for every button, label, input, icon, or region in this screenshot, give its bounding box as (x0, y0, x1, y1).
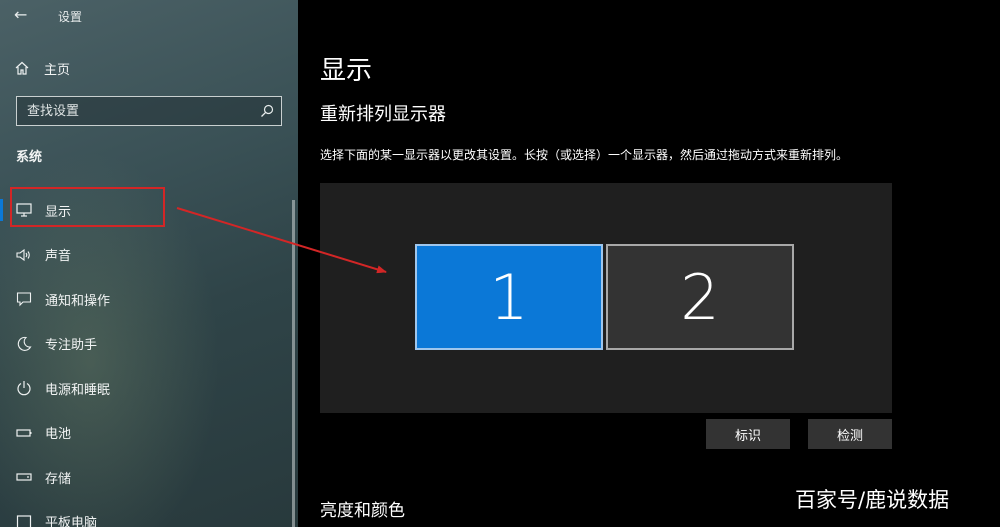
monitor-2-tile[interactable]: 2 (606, 244, 794, 350)
page-title: 显示 (320, 56, 373, 86)
section-title: 系统 (16, 150, 43, 165)
sidebar-item-notifications[interactable]: 通知和操作 (0, 277, 298, 322)
section-heading-rearrange: 重新排列显示器 (320, 104, 446, 125)
sidebar-item-label: 存储 (45, 471, 72, 487)
notification-icon (16, 292, 32, 307)
sidebar-item-power-sleep[interactable]: 电源和睡眠 (0, 366, 298, 411)
monitor-arrangement-area: 1 2 (320, 183, 892, 413)
power-icon (17, 381, 31, 396)
identify-button[interactable]: 标识 (706, 419, 790, 449)
storage-icon (16, 473, 32, 481)
sidebar-item-display[interactable]: 显示 (0, 188, 298, 233)
sidebar: ← 设置 主页 系统 显示 (0, 0, 298, 527)
sidebar-item-battery[interactable]: 电池 (0, 411, 298, 456)
sidebar-item-storage[interactable]: 存储 (0, 455, 298, 500)
sidebar-item-label: 声音 (45, 249, 72, 265)
sidebar-item-sound[interactable]: 声音 (0, 233, 298, 278)
moon-icon (17, 336, 32, 351)
search-icon[interactable] (259, 103, 275, 119)
monitor-1-tile[interactable]: 1 (415, 244, 603, 350)
sidebar-item-label: 通知和操作 (45, 293, 111, 309)
sidebar-item-focus-assist[interactable]: 专注助手 (0, 322, 298, 367)
nav-list: 显示 声音 通知和操作 专注助手 电源和睡眠 电池 存储 平板电脑 (0, 188, 298, 527)
nav-home-label: 主页 (44, 62, 71, 78)
battery-icon (16, 429, 32, 437)
settings-window: ← 设置 主页 系统 显示 (0, 0, 1000, 527)
sidebar-item-label: 电池 (45, 427, 72, 443)
rearrange-description: 选择下面的某一显示器以更改其设置。长按（或选择）一个显示器，然后通过拖动方式来重… (320, 148, 849, 162)
window-title: 设置 (58, 10, 83, 24)
section-heading-brightness: 亮度和颜色 (320, 501, 405, 521)
sidebar-item-tablet[interactable]: 平板电脑 (0, 500, 298, 527)
home-icon (15, 61, 29, 75)
detect-button[interactable]: 检测 (808, 419, 892, 449)
sidebar-item-label: 平板电脑 (45, 516, 98, 527)
display-icon (16, 203, 32, 217)
main-content: 显示 重新排列显示器 选择下面的某一显示器以更改其设置。长按（或选择）一个显示器… (298, 0, 1000, 527)
watermark: 百家号/鹿说数据 (795, 488, 950, 512)
sidebar-item-label: 显示 (45, 204, 72, 220)
sidebar-item-label: 专注助手 (45, 338, 98, 354)
search-box (16, 96, 282, 126)
back-arrow-icon[interactable]: ← (14, 5, 27, 24)
title-bar: ← 设置 (0, 0, 298, 32)
sidebar-item-label: 电源和睡眠 (45, 382, 111, 398)
sidebar-scrollbar[interactable] (292, 200, 295, 527)
tablet-icon (16, 515, 32, 527)
speaker-icon (16, 248, 30, 261)
nav-home[interactable]: 主页 (14, 56, 70, 80)
search-input[interactable] (17, 97, 257, 125)
